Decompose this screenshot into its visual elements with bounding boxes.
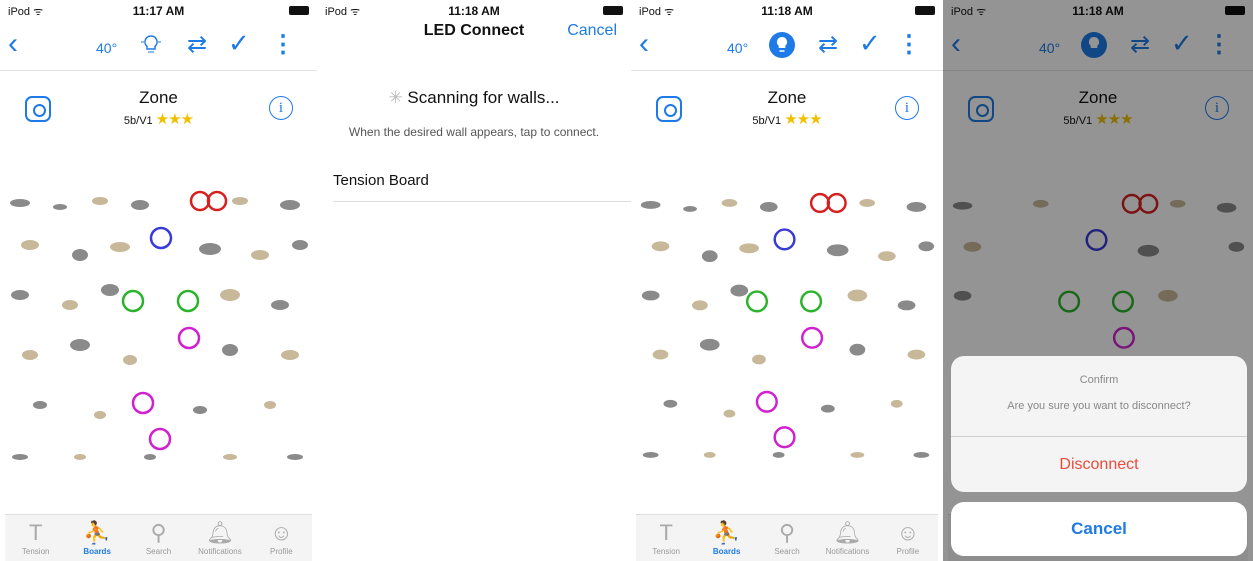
tab-tension[interactable]: T Tension (636, 515, 696, 561)
battery-icon (603, 6, 623, 15)
search-icon: ⚲ (778, 520, 796, 545)
logbook-check-icon[interactable]: ✓ (859, 28, 881, 59)
problem-grade: 5b/V1 (752, 115, 782, 127)
star-rating: ★★★ (784, 111, 822, 128)
search-icon: ⚲ (150, 520, 167, 545)
info-icon[interactable]: i (895, 96, 919, 120)
cancel-button[interactable]: Cancel (951, 502, 1247, 556)
profile-icon: ☺ (270, 520, 293, 545)
clock: 11:17 AM (132, 4, 185, 18)
problem-grade: 5b/V1 (123, 115, 153, 127)
climber-icon: ⛹ (83, 520, 111, 545)
lightbulb-icon[interactable] (769, 32, 795, 58)
star-rating: ★★★ (155, 111, 194, 128)
tab-bar: T Tension ⛹ Boards ⚲ Search 🔔︎ Notifications… (636, 514, 938, 561)
logbook-check-icon[interactable]: ✓ (228, 28, 250, 59)
status-bar: iPod ᯤ 11:18 AM (317, 0, 631, 20)
profile-icon: ☺ (896, 520, 920, 545)
divider (951, 436, 1247, 437)
scanning-status: ✳ Scanning for walls... (388, 88, 560, 107)
climber-icon: ⛹ (712, 520, 741, 545)
dialog-message: Are you sure you want to disconnect? (1007, 400, 1191, 412)
mirror-icon[interactable]: ⇄ (187, 30, 207, 59)
back-icon[interactable]: ‹ (8, 29, 18, 59)
climbing-board[interactable] (631, 185, 943, 470)
tab-notifications[interactable]: 🔔︎ Notifications (189, 515, 250, 561)
tab-boards[interactable]: ⛹ Boards (696, 515, 756, 561)
nav-bar: ‹ 40° ⇄ ✓ ⋮ (631, 22, 943, 71)
nav-bar: ‹ 40° ⇄ ✓ ⋮ (0, 22, 317, 71)
clock: 11:18 AM (448, 4, 500, 18)
action-sheet: Confirm Are you sure you want to disconn… (951, 356, 1247, 492)
status-bar: iPod ᯤ 11:17 AM (0, 0, 317, 20)
climbing-board[interactable] (0, 185, 317, 470)
spinner-icon: ✳ (388, 88, 408, 107)
bell-icon: 🔔︎ (205, 520, 234, 545)
battery-icon (915, 6, 935, 15)
tab-search[interactable]: ⚲ Search (128, 515, 189, 561)
angle-button[interactable]: 40° (96, 40, 117, 56)
tab-boards[interactable]: ⛹ Boards (66, 515, 127, 561)
tab-profile[interactable]: ☺ Profile (878, 515, 938, 561)
connect-hint: When the desired wall appears, tap to co… (348, 125, 600, 139)
screen-led-connect: iPod ᯤ 11:18 AM LED Connect Cancel ✳ Sca… (317, 0, 631, 561)
lightbulb-icon[interactable] (138, 32, 164, 58)
mirror-icon[interactable]: ⇄ (818, 30, 838, 59)
status-bar: iPod ᯤ 11:18 AM (631, 0, 943, 20)
screen-confirm-disconnect: iPod ᯤ 11:18 AM ‹ 40° ⇄ ✓ ⋮ Zone 5b/V1 ★… (943, 0, 1253, 561)
more-icon[interactable]: ⋮ (897, 30, 921, 59)
clock: 11:18 AM (761, 4, 813, 18)
tension-icon: T (28, 520, 43, 545)
battery-icon (289, 6, 309, 15)
tab-bar: T Tension ⛹ Boards ⚲ Search 🔔︎ Notifications… (5, 514, 312, 561)
tab-search[interactable]: ⚲ Search (757, 515, 817, 561)
screen-3: iPod ᯤ 11:18 AM ‹ 40° ⇄ ✓ ⋮ Zone 5b/V1 ★… (631, 0, 943, 561)
tab-tension[interactable]: T Tension (5, 515, 66, 561)
tab-notifications[interactable]: 🔔︎ Notifications (817, 515, 877, 561)
bell-icon: 🔔︎ (833, 520, 862, 545)
tab-profile[interactable]: ☺ Profile (251, 515, 312, 561)
disconnect-button[interactable]: Disconnect (951, 438, 1247, 492)
tension-icon: T (659, 520, 673, 545)
dialog-title: Confirm (1079, 374, 1119, 386)
info-icon[interactable]: i (269, 96, 293, 120)
screen-1: iPod ᯤ 11:17 AM ‹ 40° ⇄ ✓ ⋮ Zone 5b/V1 ★… (0, 0, 317, 561)
wall-list-item[interactable]: Tension Board (333, 172, 631, 202)
back-icon[interactable]: ‹ (639, 29, 649, 59)
more-icon[interactable]: ⋮ (271, 30, 295, 59)
cancel-button[interactable]: Cancel (567, 22, 617, 40)
angle-button[interactable]: 40° (727, 40, 748, 56)
